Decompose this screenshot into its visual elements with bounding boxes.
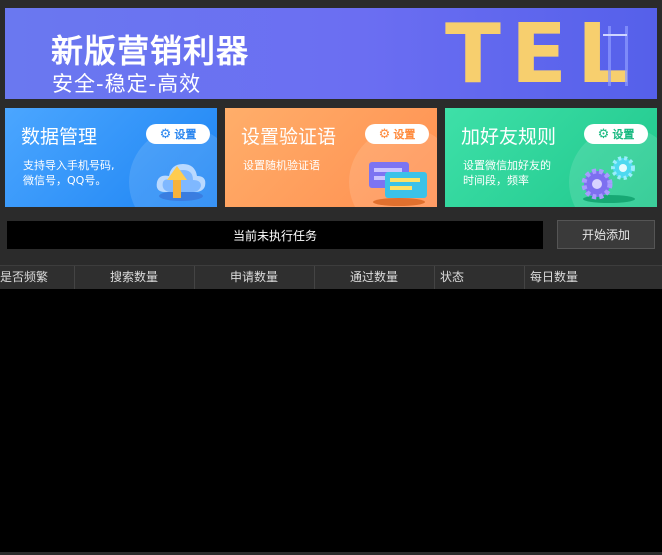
gear-icon: ⚙ [597,126,610,142]
card-desc-line: 时间段，频率 [463,174,529,187]
banner-decoration-line [603,34,627,36]
promo-banner: 新版营销利器 安全-稳定-高效 TEL [5,8,657,99]
data-management-settings-button[interactable]: ⚙ 设置 [146,124,210,144]
card-desc-line: 设置随机验证语 [243,159,320,172]
column-header-request-count[interactable]: 申请数量 [195,266,315,289]
cloud-upload-icon [156,164,206,201]
start-adding-button[interactable]: 开始添加 [557,220,655,249]
verification-settings-button[interactable]: ⚙ 设置 [365,124,429,144]
column-header-search-count[interactable]: 搜索数量 [75,266,195,289]
table-header: 是否频繁 搜索数量 申请数量 通过数量 状态 每日数量 [0,265,662,290]
card-desc-line: 支持导入手机号码, [23,159,115,172]
column-header-daily-count[interactable]: 每日数量 [525,266,662,289]
column-header-status[interactable]: 状态 [435,266,525,289]
settings-label: 设置 [612,128,635,141]
card-title: 设置验证语 [241,126,337,148]
add-friend-rules-card: 加好友规则 ⚙ 设置 设置微信加好友的 时间段，频率 [445,108,657,207]
friend-rules-settings-button[interactable]: ⚙ 设置 [584,124,648,144]
card-description: 设置随机验证语 [243,158,363,173]
task-table-body[interactable] [0,289,662,552]
verification-message-card: 设置验证语 ⚙ 设置 设置随机验证语 [225,108,437,207]
card-description: 设置微信加好友的 时间段，频率 [463,158,583,188]
banner-subtitle: 安全-稳定-高效 [52,72,202,96]
data-management-card: 数据管理 ⚙ 设置 支持导入手机号码, 微信号，QQ号。 [5,108,217,207]
settings-label: 设置 [393,128,416,141]
banner-title: 新版营销利器 [51,32,250,70]
card-desc-line: 设置微信加好友的 [463,159,551,172]
gear-icon: ⚙ [159,126,172,142]
chat-bubbles-icon [369,162,427,206]
column-header-frequent[interactable]: 是否频繁 [0,266,75,289]
settings-label: 设置 [174,128,197,141]
card-title: 数据管理 [21,126,98,148]
card-title: 加好友规则 [461,126,557,148]
task-status-bar: 当前未执行任务 [7,221,543,249]
gears-icon [581,156,635,203]
gear-icon: ⚙ [378,126,391,142]
card-desc-line: 微信号，QQ号。 [23,174,107,187]
card-description: 支持导入手机号码, 微信号，QQ号。 [23,158,143,188]
column-header-passed-count[interactable]: 通过数量 [315,266,435,289]
